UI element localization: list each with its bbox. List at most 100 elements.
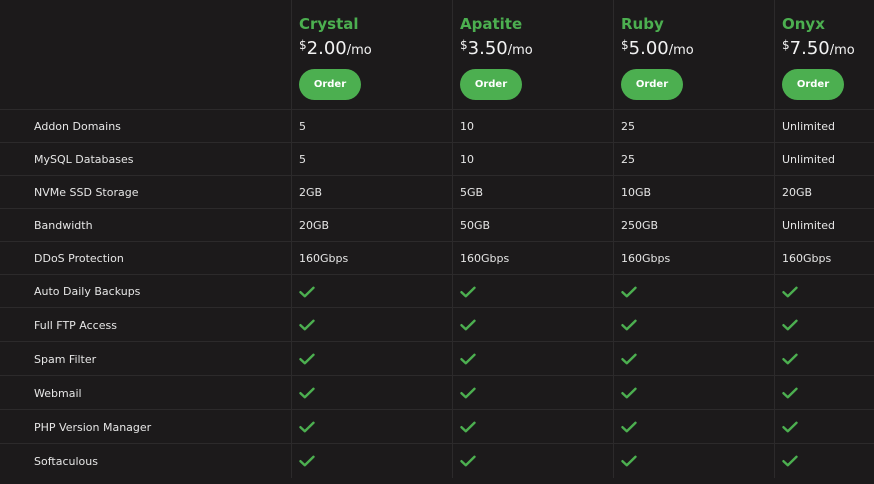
feature-cell <box>291 308 452 342</box>
check-icon <box>621 286 637 298</box>
feature-cell <box>774 444 874 478</box>
feature-label: Full FTP Access <box>34 318 117 332</box>
plan-column-crystal: Crystal $2.00/mo Order <box>291 0 452 109</box>
feature-value: 5 <box>291 110 452 143</box>
feature-value: 160Gbps <box>774 242 874 275</box>
feature-cell <box>613 342 774 376</box>
price-period: /mo <box>829 43 855 58</box>
check-icon <box>782 319 798 331</box>
check-icon <box>299 353 315 365</box>
table-row: Webmail <box>0 375 874 410</box>
plan-name: Apatite <box>460 15 523 33</box>
check-icon <box>621 353 637 365</box>
feature-cell <box>291 410 452 444</box>
plan-price: $2.00/mo <box>299 38 372 59</box>
check-icon <box>782 455 798 467</box>
feature-value: Unlimited <box>774 143 874 176</box>
feature-cell <box>613 376 774 410</box>
pricing-table: Crystal $2.00/mo Order Apatite $3.50/mo … <box>0 0 874 484</box>
table-row: DDoS Protection 160Gbps 160Gbps 160Gbps 160G… <box>0 241 874 275</box>
plan-column-ruby: Ruby $5.00/mo Order <box>613 0 774 109</box>
feature-cell <box>774 376 874 410</box>
feature-value: 5GB <box>452 176 613 209</box>
feature-cell <box>452 376 613 410</box>
feature-cell <box>452 410 613 444</box>
plan-name: Onyx <box>782 15 825 33</box>
feature-label: DDoS Protection <box>34 252 124 265</box>
plan-column-apatite: Apatite $3.50/mo Order <box>452 0 613 109</box>
order-button-onyx[interactable]: Order <box>782 69 844 100</box>
check-icon <box>299 319 315 331</box>
table-row: NVMe SSD Storage 2GB 5GB 10GB 20GB <box>0 175 874 209</box>
feature-value: 50GB <box>452 209 613 242</box>
feature-label: NVMe SSD Storage <box>34 186 139 199</box>
check-icon <box>299 455 315 467</box>
check-icon <box>460 421 476 433</box>
feature-value: 5 <box>291 143 452 176</box>
feature-cell <box>613 308 774 342</box>
check-icon <box>299 286 315 298</box>
feature-cell <box>774 308 874 342</box>
feature-cell <box>291 444 452 478</box>
feature-cell <box>291 342 452 376</box>
order-button-ruby[interactable]: Order <box>621 69 683 100</box>
feature-cell <box>613 410 774 444</box>
feature-cell <box>291 275 452 308</box>
price-period: /mo <box>507 43 533 58</box>
price-amount: 2.00 <box>306 38 347 59</box>
feature-value: Unlimited <box>774 110 874 143</box>
check-icon <box>782 421 798 433</box>
check-icon <box>621 421 637 433</box>
check-icon <box>621 455 637 467</box>
check-icon <box>460 286 476 298</box>
feature-value: 20GB <box>291 209 452 242</box>
check-icon <box>299 421 315 433</box>
check-icon <box>782 286 798 298</box>
check-icon <box>621 319 637 331</box>
feature-cell <box>452 342 613 376</box>
feature-value: 160Gbps <box>452 242 613 275</box>
feature-value: 160Gbps <box>613 242 774 275</box>
price-currency: $ <box>460 38 468 52</box>
check-icon <box>299 387 315 399</box>
price-currency: $ <box>782 38 790 52</box>
table-row: Softaculous <box>0 443 874 478</box>
plan-name: Ruby <box>621 15 664 33</box>
feature-label: PHP Version Manager <box>34 420 152 434</box>
order-button-crystal[interactable]: Order <box>299 69 361 100</box>
price-currency: $ <box>621 38 629 52</box>
plan-name: Crystal <box>299 15 359 33</box>
check-icon <box>782 387 798 399</box>
feature-label: Softaculous <box>34 454 98 468</box>
feature-label: Addon Domains <box>34 120 121 133</box>
feature-cell <box>452 308 613 342</box>
check-icon <box>460 353 476 365</box>
feature-cell <box>452 444 613 478</box>
table-row: Addon Domains 5 10 25 Unlimited <box>0 109 874 143</box>
order-button-apatite[interactable]: Order <box>460 69 522 100</box>
check-icon <box>621 387 637 399</box>
feature-value: 25 <box>613 110 774 143</box>
check-icon <box>460 387 476 399</box>
feature-cell <box>774 410 874 444</box>
plan-price: $3.50/mo <box>460 38 533 59</box>
feature-cell <box>452 275 613 308</box>
feature-cell <box>613 275 774 308</box>
feature-value: 10 <box>452 143 613 176</box>
price-amount: 3.50 <box>467 38 508 59</box>
feature-cell <box>291 376 452 410</box>
feature-label: Spam Filter <box>34 352 97 366</box>
feature-value: 10 <box>452 110 613 143</box>
table-row: MySQL Databases 5 10 25 Unlimited <box>0 142 874 176</box>
check-icon <box>460 455 476 467</box>
feature-label: Auto Daily Backups <box>34 285 141 298</box>
table-row: PHP Version Manager <box>0 409 874 444</box>
check-icon <box>460 319 476 331</box>
feature-value: 10GB <box>613 176 774 209</box>
table-row: Spam Filter <box>0 341 874 376</box>
feature-value: 160Gbps <box>291 242 452 275</box>
feature-label: Webmail <box>34 386 82 400</box>
price-period: /mo <box>668 43 694 58</box>
price-amount: 7.50 <box>789 38 830 59</box>
plan-column-onyx: Onyx $7.50/mo Order <box>774 0 874 109</box>
